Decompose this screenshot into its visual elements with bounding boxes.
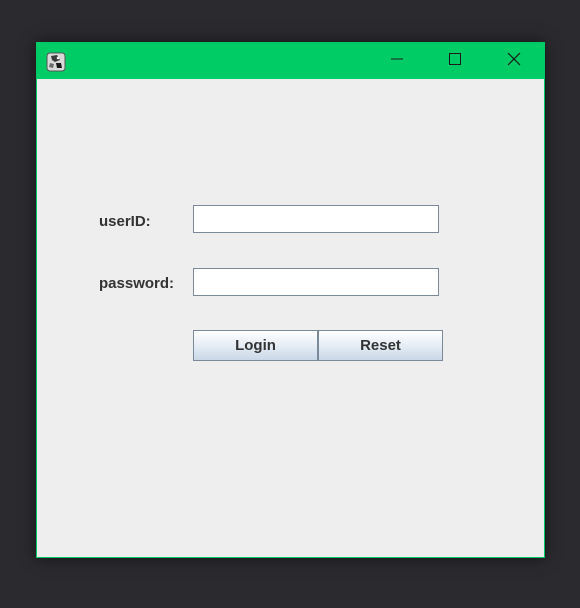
maximize-icon [449,52,461,70]
minimize-icon [391,52,403,70]
login-button[interactable]: Login [193,330,318,361]
reset-button[interactable]: Reset [318,330,443,361]
userid-input[interactable] [193,205,439,233]
login-form: userID: password: Login Reset [37,79,544,557]
password-label: password: [99,275,175,292]
title-bar[interactable] [37,43,544,79]
close-button[interactable] [491,43,537,79]
userid-label: userID: [99,213,151,230]
app-icon[interactable] [46,52,66,72]
password-input[interactable] [193,268,439,296]
close-icon [507,52,521,71]
desktop: userID: password: Login Reset [0,0,580,608]
login-window: userID: password: Login Reset [36,42,545,558]
maximize-button[interactable] [432,43,478,79]
minimize-button[interactable] [374,43,420,79]
